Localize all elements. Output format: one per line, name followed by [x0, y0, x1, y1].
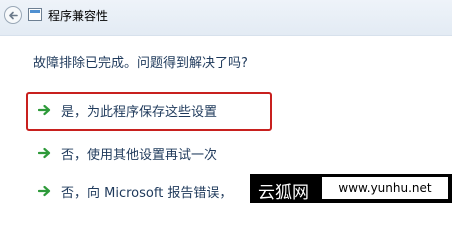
option-label: 是，为此程序保存这些设置 — [61, 104, 218, 120]
back-button[interactable] — [4, 6, 22, 24]
option-try-other-settings[interactable]: 否，使用其他设置再试一次 — [38, 142, 217, 164]
green-arrow-icon — [38, 104, 51, 116]
back-arrow-icon — [9, 11, 18, 20]
watermark-name: 云狐网 — [258, 183, 309, 203]
result-question: 故障排除已完成。问题得到解决了吗? — [33, 56, 248, 71]
green-arrow-icon — [38, 185, 51, 197]
option-report-error[interactable]: 否，向 Microsoft 报告错误， — [38, 180, 232, 202]
option-save-settings[interactable]: 是，为此程序保存这些设置 — [38, 99, 217, 121]
window-title: 程序兼容性 — [48, 9, 109, 23]
program-compatibility-icon — [28, 8, 42, 21]
option-label: 否，向 Microsoft 报告错误， — [61, 185, 233, 201]
watermark-url: www.yunhu.net — [322, 177, 448, 199]
green-arrow-icon — [38, 147, 51, 159]
title-bar: 程序兼容性 — [0, 0, 452, 36]
option-label: 否，使用其他设置再试一次 — [61, 147, 218, 163]
watermark: 云狐网 www.yunhu.net — [250, 174, 452, 203]
